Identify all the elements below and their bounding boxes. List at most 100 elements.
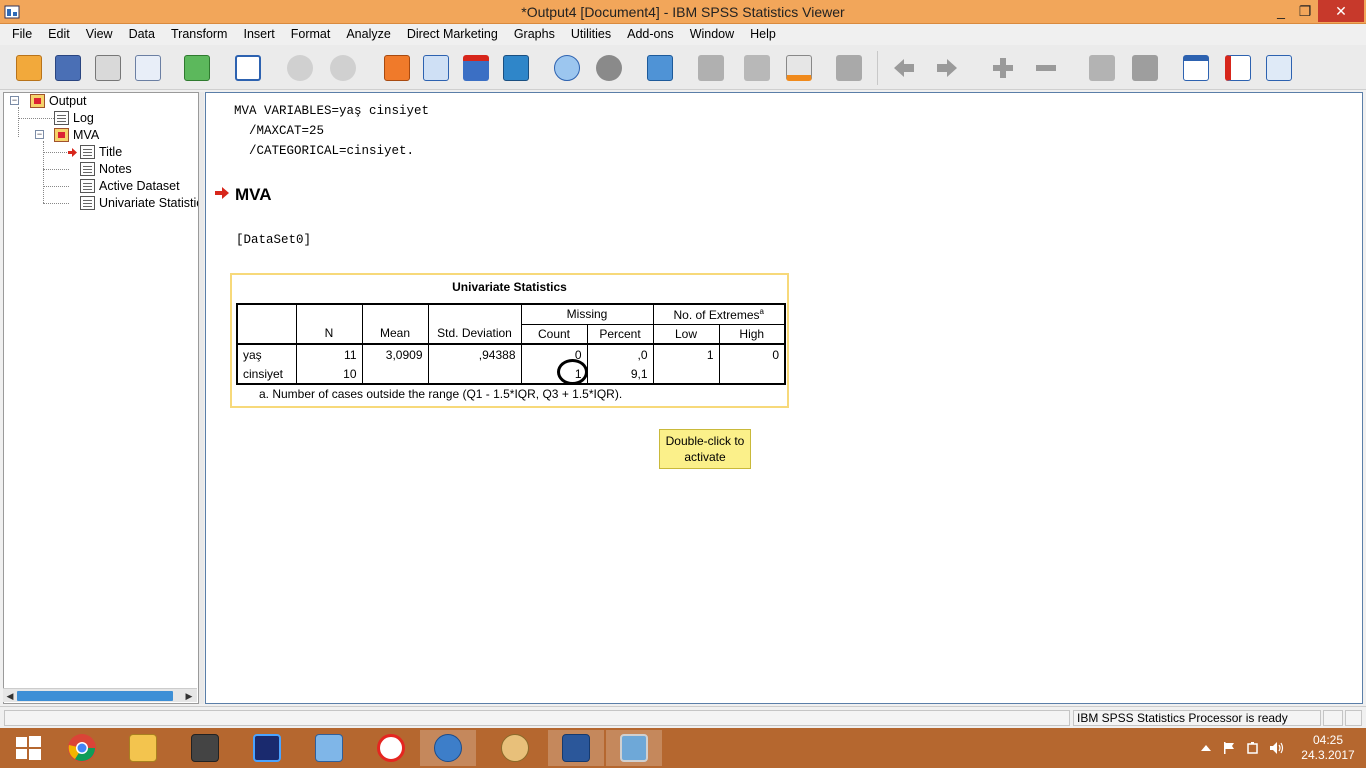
truck-game-icon[interactable] [177, 730, 233, 766]
flag-icon[interactable] [1222, 728, 1236, 768]
output-content-pane[interactable]: MVA VARIABLES=yaş cinsiyet /MAXCAT=25 /C… [205, 92, 1363, 704]
collapse-mva-toggle[interactable]: − [35, 130, 44, 139]
collapse-output-toggle[interactable]: − [10, 96, 19, 105]
image-viewer-icon[interactable] [606, 730, 662, 766]
outline-item-univariate-statistics[interactable]: Univariate Statistic [80, 195, 198, 211]
value-labels-icon[interactable] [740, 51, 774, 85]
chrome-icon[interactable] [54, 730, 110, 766]
network-app-icon[interactable] [301, 730, 357, 766]
taskbar: 04:25 24.3.2017 [0, 728, 1366, 768]
select-cases-icon[interactable] [694, 51, 728, 85]
scrollbar-thumb[interactable] [17, 691, 173, 701]
show-icon[interactable] [986, 51, 1020, 85]
outline-item-output[interactable]: Output [30, 93, 87, 109]
menu-file[interactable]: File [4, 24, 40, 45]
clock-date: 24.3.2017 [1301, 748, 1355, 762]
open-icon[interactable] [12, 51, 46, 85]
menu-window[interactable]: Window [682, 24, 742, 45]
show-all-variables-icon[interactable] [592, 51, 626, 85]
scroll-left-icon[interactable]: ◀ [4, 690, 16, 702]
spss-icon[interactable] [420, 730, 476, 766]
word-icon[interactable] [548, 730, 604, 766]
toolbar [0, 45, 1366, 90]
title-icon [80, 145, 95, 159]
outline-item-active-dataset[interactable]: Active Dataset [80, 178, 180, 194]
goto-data-icon[interactable] [380, 51, 414, 85]
outline-item-log[interactable]: Log [54, 110, 94, 126]
active-dataset-label[interactable]: [DataSet0] [236, 233, 311, 247]
goto-variable-icon[interactable] [459, 51, 493, 85]
undo-icon[interactable] [283, 51, 317, 85]
back-icon[interactable] [887, 51, 921, 85]
current-item-arrow-icon [215, 187, 229, 199]
menu-edit[interactable]: Edit [40, 24, 78, 45]
outline-item-notes[interactable]: Notes [80, 161, 132, 177]
outline-item-mva[interactable]: MVA [54, 127, 99, 143]
column-header: Low [653, 324, 720, 345]
menu-transform[interactable]: Transform [163, 24, 236, 45]
pane-splitter[interactable] [199, 92, 204, 704]
windows-start-icon[interactable] [0, 730, 56, 766]
outline-item-label: Active Dataset [99, 179, 180, 193]
processor-status: IBM SPSS Statistics Processor is ready [1073, 710, 1321, 726]
table-row: yaş 11 3,0909 ,94388 0 ,0 1 0 [236, 344, 786, 364]
menu-insert[interactable]: Insert [235, 24, 282, 45]
taskbar-clock[interactable]: 04:25 24.3.2017 [1296, 733, 1360, 763]
forward-icon[interactable] [930, 51, 964, 85]
cell-n: 10 [296, 364, 363, 385]
menu-direct-marketing[interactable]: Direct Marketing [399, 24, 506, 45]
file-explorer-icon[interactable] [115, 730, 171, 766]
current-item-arrow-icon [68, 148, 77, 157]
menu-add-ons[interactable]: Add-ons [619, 24, 682, 45]
redo-icon[interactable] [326, 51, 360, 85]
demote-icon[interactable] [1128, 51, 1162, 85]
promote-icon[interactable] [1085, 51, 1119, 85]
outline-item-label: MVA [73, 128, 100, 142]
outline-pane[interactable]: − Output Log − MVA Title Notes Active Da… [3, 92, 199, 704]
insert-output-icon[interactable] [782, 51, 816, 85]
menu-analyze[interactable]: Analyze [338, 24, 398, 45]
show-hidden-icons[interactable] [1200, 728, 1212, 768]
menu-view[interactable]: View [78, 24, 121, 45]
menu-utilities[interactable]: Utilities [563, 24, 619, 45]
save-icon[interactable] [51, 51, 85, 85]
tooltip-line: Double-click to [665, 434, 745, 448]
export-icon[interactable] [180, 51, 214, 85]
insert-text-icon[interactable] [832, 51, 866, 85]
designate-window-icon[interactable] [550, 51, 584, 85]
use-variable-sets-icon[interactable] [643, 51, 677, 85]
menu-data[interactable]: Data [121, 24, 163, 45]
close-button[interactable]: ✕ [1318, 0, 1364, 22]
power-icon[interactable] [1246, 728, 1260, 768]
volume-icon[interactable] [1269, 728, 1285, 768]
clock-time: 04:25 [1312, 733, 1344, 747]
dataset-icon [80, 179, 95, 193]
goto-case-icon[interactable] [419, 51, 453, 85]
recall-dialog-icon[interactable] [231, 51, 265, 85]
sort-icon[interactable] [1221, 51, 1255, 85]
print-icon[interactable] [91, 51, 125, 85]
outline-icon[interactable] [1262, 51, 1296, 85]
outline-item-title[interactable]: Title [80, 144, 122, 160]
log-icon [54, 111, 69, 125]
syntax-line: /CATEGORICAL=cinsiyet. [234, 144, 415, 158]
procedure-heading[interactable]: MVA [235, 185, 272, 205]
menu-graphs[interactable]: Graphs [506, 24, 563, 45]
row-label: yaş [236, 344, 297, 364]
hide-icon[interactable] [1029, 51, 1063, 85]
menu-format[interactable]: Format [283, 24, 339, 45]
column-header: Count [521, 324, 588, 345]
variables-icon[interactable] [499, 51, 533, 85]
paint-icon[interactable] [487, 730, 543, 766]
scroll-right-icon[interactable]: ▶ [183, 690, 195, 702]
maximize-button[interactable]: ❐ [1290, 0, 1320, 22]
menu-help[interactable]: Help [742, 24, 784, 45]
photo-app-icon[interactable] [239, 730, 295, 766]
yandex-icon[interactable] [363, 730, 419, 766]
print-preview-icon[interactable] [131, 51, 165, 85]
designate-icon[interactable] [1179, 51, 1213, 85]
title-bar: *Output4 [Document4] - IBM SPSS Statisti… [0, 0, 1366, 24]
outline-horizontal-scrollbar[interactable]: ◀ ▶ [3, 688, 197, 702]
status-cell [1323, 710, 1343, 726]
univariate-statistics-table[interactable]: Univariate Statistics N Mean Std. Deviat… [230, 273, 789, 408]
